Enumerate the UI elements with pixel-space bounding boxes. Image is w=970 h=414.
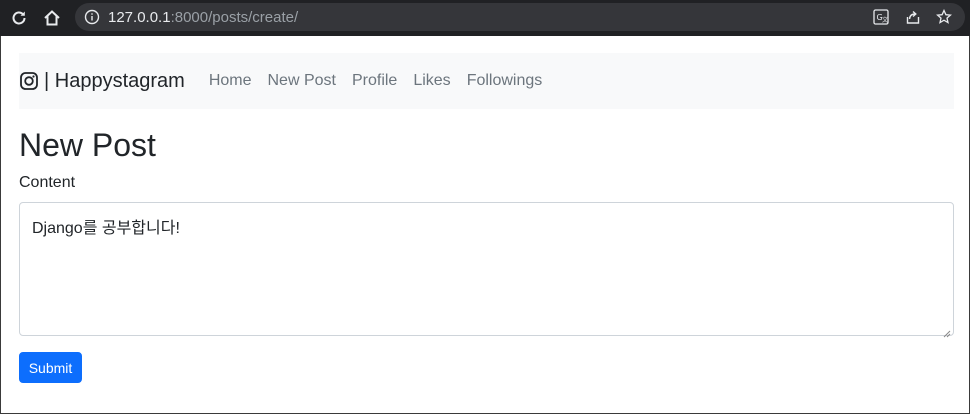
nav-link-likes[interactable]: Likes bbox=[413, 72, 450, 90]
info-icon[interactable] bbox=[83, 8, 101, 26]
resize-handle-icon[interactable] bbox=[943, 325, 951, 338]
svg-text:文: 文 bbox=[882, 16, 888, 24]
url-text: 127.0.0.1:8000/posts/create/ bbox=[108, 9, 299, 26]
nav-link-new-post[interactable]: New Post bbox=[268, 72, 336, 90]
content-label: Content bbox=[19, 174, 76, 191]
browser-toolbar: 127.0.0.1:8000/posts/create/ G文 bbox=[0, 0, 970, 36]
navbar-brand[interactable]: | Happystagram bbox=[20, 70, 185, 93]
content-value: Django를 공부합니다! bbox=[32, 220, 180, 237]
reload-icon[interactable] bbox=[9, 8, 29, 28]
home-icon[interactable] bbox=[42, 8, 62, 28]
content-textarea[interactable]: Django를 공부합니다! bbox=[19, 202, 954, 338]
bookmark-star-icon[interactable] bbox=[935, 8, 953, 26]
submit-button[interactable]: Submit bbox=[19, 352, 82, 383]
address-bar[interactable]: 127.0.0.1:8000/posts/create/ G文 bbox=[75, 3, 965, 31]
share-icon[interactable] bbox=[904, 8, 922, 26]
nav-link-profile[interactable]: Profile bbox=[352, 72, 397, 90]
translate-icon[interactable]: G文 bbox=[872, 8, 890, 26]
page-title: New Post bbox=[19, 127, 156, 163]
brand-text: | Happystagram bbox=[44, 69, 185, 92]
navbar: | Happystagram Home New Post Profile Lik… bbox=[19, 53, 954, 109]
instagram-icon bbox=[20, 72, 38, 90]
nav-link-home[interactable]: Home bbox=[209, 72, 252, 90]
page-content: | Happystagram Home New Post Profile Lik… bbox=[0, 36, 970, 414]
nav-links: Home New Post Profile Likes Followings bbox=[209, 72, 558, 90]
nav-link-followings[interactable]: Followings bbox=[467, 72, 543, 90]
